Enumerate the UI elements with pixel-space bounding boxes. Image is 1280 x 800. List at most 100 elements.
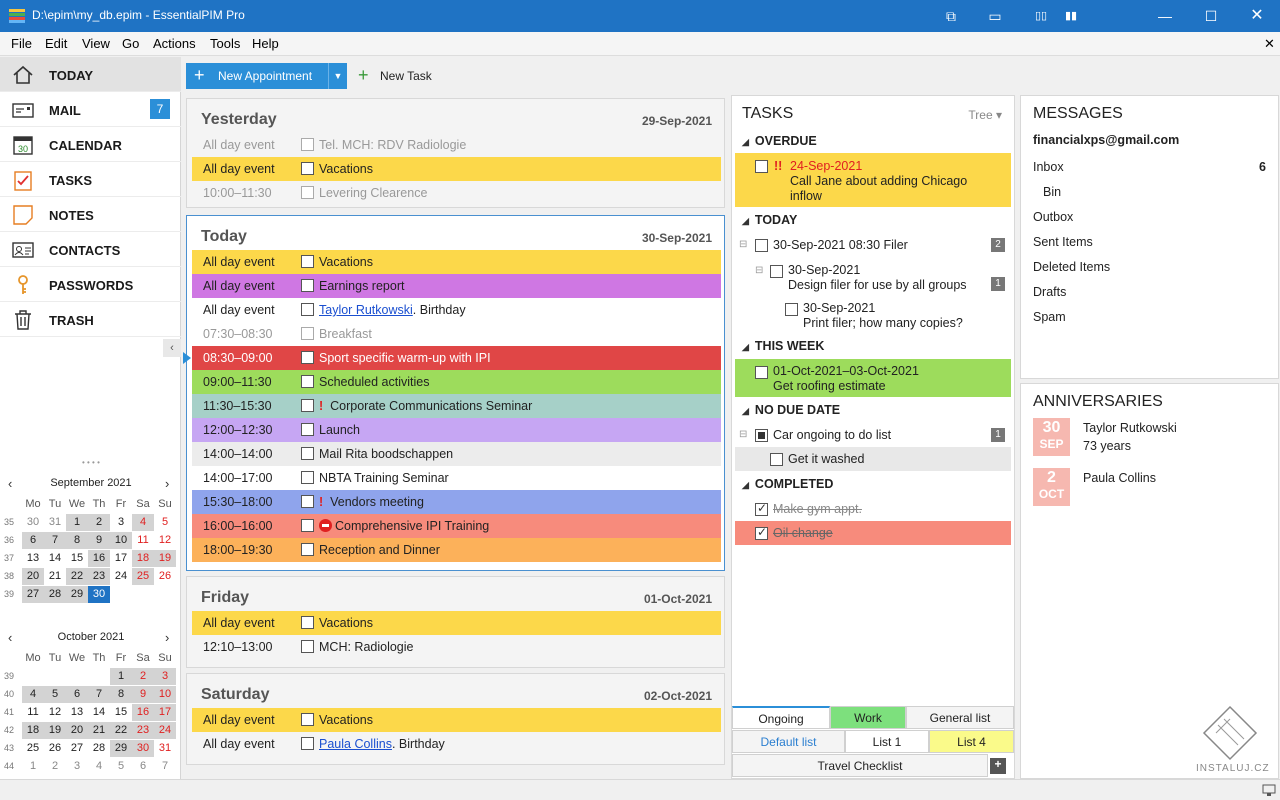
- tree-collapse-icon[interactable]: ⊟: [739, 427, 747, 442]
- calendar-day[interactable]: 23: [132, 722, 154, 739]
- section-completed[interactable]: ◢ COMPLETED: [742, 477, 833, 491]
- event-checkbox[interactable]: [301, 471, 314, 484]
- window-layout-icon[interactable]: ▭: [972, 0, 1018, 32]
- calendar-day[interactable]: 23: [88, 568, 110, 585]
- calendar-day[interactable]: 30: [88, 586, 110, 603]
- event-checkbox[interactable]: [301, 423, 314, 436]
- event-row[interactable]: 12:10–13:00 MCH: Radiologie: [192, 635, 721, 659]
- calendar-day[interactable]: 7: [154, 758, 176, 775]
- event-checkbox[interactable]: [301, 351, 314, 364]
- event-row[interactable]: All day event Taylor Rutkowski. Birthday: [192, 298, 721, 322]
- close-button[interactable]: ✕: [1234, 0, 1280, 32]
- tab-travel-checklist[interactable]: Travel Checklist: [732, 754, 988, 777]
- tab-list-1[interactable]: List 1: [845, 730, 929, 753]
- tree-collapse-icon[interactable]: ⊟: [739, 237, 747, 252]
- calendar-day[interactable]: 11: [132, 532, 154, 549]
- calendar-day[interactable]: 20: [66, 722, 88, 739]
- event-row[interactable]: All day event Paula Collins. Birthday: [192, 732, 721, 756]
- event-checkbox[interactable]: [301, 327, 314, 340]
- calendar-day[interactable]: 25: [132, 568, 154, 585]
- menu-go[interactable]: Go: [122, 36, 139, 51]
- tab-general-list[interactable]: General list: [906, 706, 1014, 729]
- new-appointment-button[interactable]: + New Appointment ▼: [186, 63, 347, 89]
- event-row[interactable]: 12:00–12:30 Launch: [192, 418, 721, 442]
- calendar-day[interactable]: 4: [132, 514, 154, 531]
- calendar-day[interactable]: 20: [22, 568, 44, 585]
- calendar-day[interactable]: 1: [66, 514, 88, 531]
- event-checkbox[interactable]: [301, 186, 314, 199]
- event-row[interactable]: 18:00–19:30 Reception and Dinner: [192, 538, 721, 562]
- task-item[interactable]: Oil change: [735, 521, 1011, 545]
- calendar-day[interactable]: 8: [110, 686, 132, 703]
- event-checkbox[interactable]: [301, 519, 314, 532]
- collapse-sidebar-button[interactable]: ‹: [163, 339, 181, 357]
- calendar-day[interactable]: 28: [88, 740, 110, 757]
- event-row[interactable]: All day event Vacations: [192, 708, 721, 732]
- task-checkbox[interactable]: [755, 239, 768, 252]
- calendar-day[interactable]: 2: [132, 668, 154, 685]
- task-item[interactable]: Make gym appt.: [735, 497, 1011, 521]
- menu-view[interactable]: View: [82, 36, 110, 51]
- mail-account[interactable]: financialxps@gmail.com: [1033, 133, 1179, 147]
- restore-layout-icon[interactable]: ⧉: [928, 0, 974, 32]
- menu-actions[interactable]: Actions: [153, 36, 196, 51]
- task-item[interactable]: 01-Oct-2021–03-Oct-2021 Get roofing esti…: [735, 359, 1011, 397]
- task-checkbox[interactable]: [785, 303, 798, 316]
- calendar-day[interactable]: 4: [22, 686, 44, 703]
- section-no-due-date[interactable]: ◢ NO DUE DATE: [742, 403, 840, 417]
- calendar-day[interactable]: 6: [132, 758, 154, 775]
- event-row[interactable]: 08:30–09:00 Sport specific warm-up with I…: [183, 346, 721, 370]
- calendar-day[interactable]: 19: [44, 722, 66, 739]
- event-row[interactable]: 07:30–08:30 Breakfast: [192, 322, 721, 346]
- folder-outbox[interactable]: Outbox: [1033, 210, 1073, 224]
- calendar-day[interactable]: 21: [88, 722, 110, 739]
- calendar-day[interactable]: 14: [44, 550, 66, 567]
- tab-default-list[interactable]: Default list: [732, 730, 845, 753]
- calendar-day[interactable]: 11: [22, 704, 44, 721]
- folder-deleted-items[interactable]: Deleted Items: [1033, 260, 1110, 274]
- calendar-day[interactable]: 4: [88, 758, 110, 775]
- calendar-day[interactable]: 12: [154, 532, 176, 549]
- nav-today[interactable]: TODAY: [0, 57, 181, 92]
- tree-view-dropdown[interactable]: Tree ▾: [968, 108, 1002, 122]
- nav-notes[interactable]: NOTES: [0, 197, 181, 232]
- task-item[interactable]: ⊟ 30-Sep-2021 Design filer for use by al…: [735, 259, 1011, 295]
- nav-calendar[interactable]: 30 CALENDAR: [0, 127, 181, 162]
- folder-inbox[interactable]: Inbox: [1033, 160, 1064, 174]
- calendar-day[interactable]: 6: [66, 686, 88, 703]
- calendar-day[interactable]: 24: [110, 568, 132, 585]
- event-checkbox[interactable]: [301, 399, 314, 412]
- next-month-icon[interactable]: ›: [165, 630, 169, 645]
- menu-help[interactable]: Help: [252, 36, 279, 51]
- event-row[interactable]: 15:30–18:00! Vendors meeting: [192, 490, 721, 514]
- tree-collapse-icon[interactable]: ⊟: [755, 263, 763, 278]
- minimize-button[interactable]: —: [1142, 0, 1188, 32]
- folder-bin[interactable]: Bin: [1043, 185, 1061, 199]
- calendar-day[interactable]: 2: [44, 758, 66, 775]
- calendar-day[interactable]: 8: [66, 532, 88, 549]
- section-today[interactable]: ◢ TODAY: [742, 213, 797, 227]
- calendar-day[interactable]: 22: [66, 568, 88, 585]
- calendar-day[interactable]: 15: [66, 550, 88, 567]
- event-checkbox[interactable]: [301, 616, 314, 629]
- event-row[interactable]: All day event Tel. MCH: RDV Radiologie: [192, 133, 721, 157]
- calendar-day[interactable]: 3: [66, 758, 88, 775]
- event-row[interactable]: 16:00–16:00 Comprehensive IPI Training: [192, 514, 721, 538]
- task-checkbox-checked[interactable]: [755, 501, 768, 516]
- task-item[interactable]: Get it washed: [735, 447, 1011, 471]
- menu-file[interactable]: File: [11, 36, 32, 51]
- calendar-day[interactable]: 25: [22, 740, 44, 757]
- nav-contacts[interactable]: CONTACTS: [0, 232, 181, 267]
- new-task-button[interactable]: + New Task: [358, 63, 448, 89]
- event-checkbox[interactable]: [301, 303, 314, 316]
- calendar-day[interactable]: 16: [88, 550, 110, 567]
- add-list-icon[interactable]: +: [990, 758, 1006, 774]
- nav-passwords[interactable]: PASSWORDS: [0, 267, 181, 302]
- calendar-day[interactable]: 9: [88, 532, 110, 549]
- calendar-day[interactable]: 26: [154, 568, 176, 585]
- event-checkbox[interactable]: [301, 640, 314, 653]
- calendar-day[interactable]: 13: [22, 550, 44, 567]
- task-checkbox[interactable]: [755, 160, 768, 173]
- nav-tasks[interactable]: TASKS: [0, 162, 181, 197]
- calendar-day[interactable]: 19: [154, 550, 176, 567]
